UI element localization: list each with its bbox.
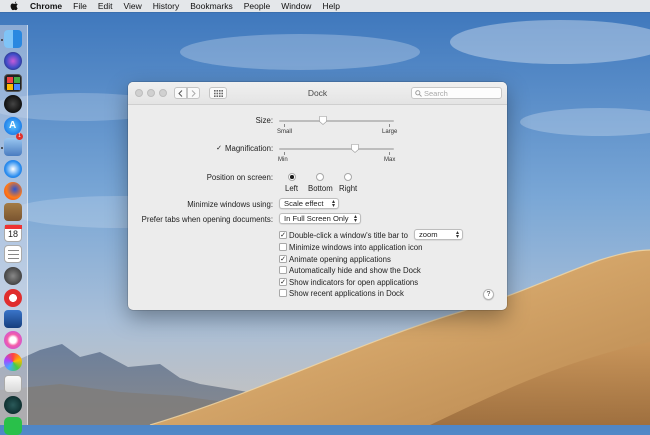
menu-help[interactable]: Help [322, 1, 339, 11]
running-indicator [1, 147, 3, 149]
preview-icon[interactable] [4, 138, 22, 156]
prefer-tabs-popup[interactable]: In Full Screen Only ▴ ▾ [279, 213, 361, 224]
menu-app-name[interactable]: Chrome [30, 1, 62, 11]
dock: A 1 18 [0, 25, 28, 435]
minimize-into-icon-checkbox[interactable] [279, 243, 287, 251]
popup-chevron-icon: ▴ ▾ [331, 199, 335, 209]
popup-chevron-icon: ▴ ▾ [353, 214, 357, 224]
menu-bar: Chrome File Edit View History Bookmarks … [0, 0, 650, 12]
magnification-slider-thumb[interactable] [350, 144, 359, 153]
show-recent-label: Show recent applications in Dock [289, 289, 404, 298]
magnification-min-label: Min [278, 157, 288, 163]
calendar-day: 18 [8, 229, 19, 239]
calendar-icon[interactable]: 18 [4, 224, 22, 242]
double-click-action-value: zoom [419, 230, 438, 239]
position-label: Position on screen: [206, 173, 273, 182]
time-machine-icon[interactable] [4, 396, 22, 414]
menu-history[interactable]: History [153, 1, 179, 11]
size-slider-thumb[interactable] [319, 116, 327, 125]
menu-edit[interactable]: Edit [98, 1, 113, 11]
position-left-label: Left [285, 184, 299, 193]
checkmark-icon: ✓ [280, 278, 286, 286]
itunes-icon[interactable] [4, 331, 22, 349]
no-entry-icon[interactable] [4, 289, 22, 307]
firefox-icon[interactable] [4, 182, 22, 200]
double-click-checkbox[interactable]: ✓ [279, 231, 287, 239]
checkmark-icon: ✓ [216, 144, 222, 152]
window-titlebar[interactable]: Dock Search [128, 82, 507, 105]
search-placeholder: Search [424, 88, 448, 98]
slider-tick [389, 124, 390, 127]
position-left-radio[interactable] [288, 173, 296, 181]
photo-booth-icon[interactable] [4, 74, 22, 92]
dashboard-icon[interactable] [4, 95, 22, 113]
menu-people[interactable]: People [244, 1, 270, 11]
finder-icon[interactable] [4, 30, 22, 48]
slider-tick [284, 124, 285, 127]
menu-view[interactable]: View [123, 1, 141, 11]
ticket-icon[interactable] [4, 310, 22, 328]
messages-icon[interactable] [4, 417, 22, 435]
slider-tick [389, 152, 390, 155]
menu-bookmarks[interactable]: Bookmarks [190, 1, 233, 11]
textedit-icon[interactable] [4, 375, 22, 393]
menu-file[interactable]: File [73, 1, 87, 11]
animate-opening-label: Animate opening applications [289, 255, 391, 264]
magnification-label: Magnification: [225, 144, 274, 153]
search-field[interactable]: Search [411, 87, 502, 99]
running-indicator [1, 39, 3, 41]
show-indicators-checkbox[interactable]: ✓ [279, 278, 287, 286]
popup-chevron-icon: ▴ ▾ [455, 230, 459, 240]
prefer-tabs-value: In Full Screen Only [284, 214, 349, 223]
size-max-label: Large [382, 129, 398, 135]
prefer-tabs-label: Prefer tabs when opening documents: [141, 215, 273, 224]
show-recent-checkbox[interactable] [279, 289, 287, 297]
checkmark-icon: ✓ [280, 255, 286, 263]
autohide-label: Automatically hide and show the Dock [289, 266, 421, 275]
search-icon [415, 89, 422, 97]
minimize-effect-value: Scale effect [284, 199, 324, 208]
double-click-label: Double-click a window's title bar to [289, 231, 408, 240]
magnification-checkbox[interactable]: ✓ [215, 144, 223, 152]
photos-icon[interactable] [4, 353, 22, 371]
safari-icon[interactable] [4, 160, 22, 178]
reminders-icon[interactable] [4, 245, 22, 263]
size-label: Size: [255, 116, 273, 125]
menu-window[interactable]: Window [281, 1, 311, 11]
animate-opening-checkbox[interactable]: ✓ [279, 255, 287, 263]
siri-icon[interactable] [4, 52, 22, 70]
help-button[interactable]: ? [483, 289, 494, 300]
show-indicators-label: Show indicators for open applications [289, 278, 419, 287]
dock-preferences-window: Dock Search Size: Small Large ✓ Magnific… [128, 82, 507, 310]
launchpad-icon[interactable] [4, 267, 22, 285]
checkmark-icon: ✓ [280, 231, 286, 239]
size-min-label: Small [277, 129, 293, 135]
position-right-label: Right [339, 184, 358, 193]
notification-badge: 1 [16, 133, 23, 140]
position-bottom-label: Bottom [308, 184, 333, 193]
position-bottom-radio[interactable] [316, 173, 324, 181]
slider-tick [284, 152, 285, 155]
magnification-slider-track[interactable] [279, 148, 394, 150]
position-right-radio[interactable] [344, 173, 352, 181]
minimize-into-icon-label: Minimize windows into application icon [289, 243, 423, 252]
autohide-checkbox[interactable] [279, 266, 287, 274]
magnification-max-label: Max [384, 157, 396, 163]
double-click-action-popup[interactable]: zoom ▴ ▾ [414, 229, 463, 240]
notes-icon[interactable] [4, 203, 22, 221]
size-slider-track[interactable] [279, 120, 394, 122]
minimize-effect-popup[interactable]: Scale effect ▴ ▾ [279, 198, 339, 209]
minimize-label: Minimize windows using: [187, 200, 273, 209]
apple-menu-icon[interactable] [8, 1, 20, 11]
